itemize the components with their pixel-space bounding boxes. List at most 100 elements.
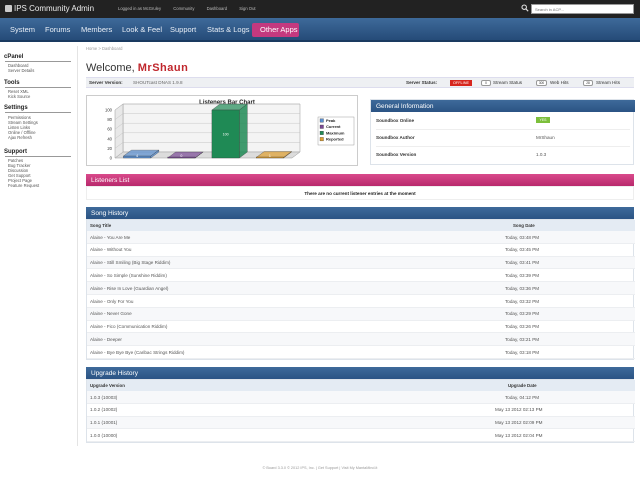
table-row[interactable]: Alaine - Rise In Love (Guardian Angel) To… — [87, 282, 635, 295]
info-row: Soundbox Version 1.0.3 — [376, 147, 630, 164]
table-row[interactable]: Alaine - Still Smiling (Big Stage Riddim… — [87, 256, 635, 270]
sidebar-heading-support: Support — [4, 149, 27, 155]
sidebar-heading-cpanel: cPanel — [4, 54, 24, 60]
search-icon[interactable] — [521, 4, 529, 12]
footer: © Board 3.3.0 © 2012 IPS, Inc. | Get Sup… — [262, 466, 378, 470]
table-row[interactable]: Alaine - Without You Today, 03:45 PM — [87, 244, 635, 257]
general-info-title: General Information — [371, 100, 635, 112]
sidebar-item-kick-source[interactable]: Kick Source — [8, 94, 30, 99]
top-links: Logged in as McGruley Community Dashboar… — [118, 6, 267, 11]
song-title: Alaine - Never Gone — [90, 311, 132, 317]
stream-hits-button[interactable]: Stream Hits — [596, 80, 620, 85]
web-hits-count: 300 — [536, 80, 547, 86]
stream-hits-count: 28 — [583, 80, 593, 86]
upgrade-history-title: Upgrade History — [86, 367, 634, 379]
server-version-label: Server Version: — [89, 80, 123, 85]
table-row[interactable]: Alaine - You Are Me Today, 03:48 PM — [87, 231, 635, 244]
ips-logo-icon — [5, 5, 12, 12]
sidebar-item-ajax-refresh[interactable]: Ajax Refresh — [8, 135, 32, 140]
info-value: 1.0.3 — [536, 152, 547, 157]
upgrade-date: May 13 2012 02:04 PM — [495, 432, 543, 438]
top-bar: IPS Community Admin Logged in as McGrule… — [0, 0, 640, 18]
web-hits-button[interactable]: Web Hits — [550, 80, 569, 85]
song-history-title: Song History — [86, 207, 634, 219]
table-row[interactable]: 1.0.0 (10000) May 13 2012 02:04 PM — [87, 429, 635, 443]
legend-swatch — [319, 137, 324, 142]
table-row[interactable]: 1.0.3 (10003) Today, 04:12 PM — [87, 391, 635, 404]
main-nav: System Forums Members Look & Feel Suppor… — [0, 18, 640, 42]
nav-tab-other-apps[interactable]: Other Apps — [252, 23, 299, 37]
table-row[interactable]: 1.0.2 (10002) May 13 2012 02:13 PM — [87, 404, 635, 417]
info-row: Soundbox Author MrShaun — [376, 130, 630, 147]
upgrade-date: Today, 04:12 PM — [505, 394, 540, 400]
column-header-upgrade-date: Upgrade Date — [508, 383, 537, 388]
table-row[interactable]: Alaine - Deeper Today, 03:21 PM — [87, 333, 635, 347]
song-title: Alaine - Without You — [90, 247, 132, 253]
app-title: IPS Community Admin — [14, 4, 95, 13]
song-title: Alaine - Rise In Love (Guardian Angel) — [90, 285, 169, 291]
bar-value-label: 1 — [269, 154, 271, 158]
nav-tab-support[interactable]: Support — [170, 25, 196, 34]
song-date: Today, 03:45 PM — [505, 247, 540, 253]
song-title: Alaine - So Simple (Sunshine Riddim) — [90, 272, 167, 278]
upgrade-date: May 13 2012 02:13 PM — [495, 407, 543, 413]
table-row[interactable]: Alaine - So Simple (Sunshine Riddim) Toda… — [87, 269, 635, 283]
nav-tab-system[interactable]: System — [10, 25, 35, 34]
upgrade-date: May 13 2012 02:09 PM — [495, 420, 543, 426]
stream-status-button[interactable]: Stream Status — [493, 80, 522, 85]
upgrade-version: 1.0.0 (10000) — [90, 432, 118, 438]
info-label: Soundbox Author — [376, 135, 415, 140]
sidebar-divider — [5, 112, 71, 113]
sidebar-divider — [5, 156, 71, 157]
legend-swatch — [319, 118, 324, 123]
info-value: MrShaun — [536, 135, 555, 140]
online-badge: YES — [536, 117, 550, 123]
top-link-community[interactable]: Community — [173, 6, 194, 11]
welcome-prefix: Welcome, — [86, 62, 135, 74]
top-link-sign-out[interactable]: Sign Out — [239, 6, 255, 11]
table-row[interactable]: Alaine - Never Gone Today, 03:29 PM — [87, 307, 635, 321]
table-row[interactable]: Alaine - Fico (Communication Riddim) Toda… — [87, 321, 635, 334]
breadcrumb[interactable]: Home > Dashboard — [86, 46, 122, 51]
listeners-empty-message: There are no current listener entries at… — [86, 186, 634, 200]
sidebar-item-server-details[interactable]: Server Details — [8, 68, 34, 73]
upgrade-rows: 1.0.3 (10003) Today, 04:12 PM 1.0.2 (1000… — [87, 391, 635, 443]
song-title: Alaine - Deeper — [90, 336, 122, 342]
nav-tab-members[interactable]: Members — [81, 25, 112, 34]
y-tick-label: 60 — [107, 127, 112, 132]
song-date: Today, 03:18 PM — [505, 349, 540, 355]
legend-label: Reported — [326, 137, 344, 142]
listeners-list-title: Listeners List — [86, 174, 634, 186]
nav-tab-stats-logs[interactable]: Stats & Logs — [207, 25, 250, 34]
song-date: Today, 03:26 PM — [505, 324, 540, 330]
y-tick-label: 0 — [110, 156, 113, 161]
table-row[interactable]: Alaine - Only For You Today, 03:32 PM — [87, 295, 635, 308]
song-date: Today, 03:21 PM — [505, 336, 540, 342]
table-row[interactable]: 1.0.1 (10001) May 13 2012 02:09 PM — [87, 416, 635, 430]
table-header: Upgrade Version Upgrade Date — [87, 380, 635, 391]
info-label: Soundbox Version — [376, 152, 417, 157]
sidebar-divider — [5, 87, 71, 88]
table-row[interactable]: Alaine - Bye Bye Bye (Caribac Strings Ri… — [87, 346, 635, 359]
top-link-user[interactable]: Logged in as McGruley — [118, 6, 161, 11]
nav-tab-look-feel[interactable]: Look & Feel — [122, 25, 162, 34]
stream-status-count: 0 — [481, 80, 491, 86]
sidebar-heading-tools: Tools — [4, 80, 20, 86]
search-input[interactable] — [531, 4, 634, 14]
nav-tab-other-apps-label: Other Apps — [260, 25, 298, 34]
sidebar-item-feature-request[interactable]: Feature Request — [8, 183, 39, 188]
welcome-username: MrShaun — [137, 62, 189, 74]
page-title: Welcome, MrShaun — [86, 62, 188, 74]
nav-tab-forums[interactable]: Forums — [45, 25, 70, 34]
app-logo[interactable]: IPS Community Admin — [5, 4, 94, 13]
column-header-song-date: Song Date — [513, 223, 535, 228]
chart-side-wall — [114, 103, 124, 159]
y-tick-label: 100 — [105, 108, 113, 113]
server-status-bar: Server Version: SHOUTcast DNAS 1.9.8 Ser… — [86, 77, 634, 88]
y-tick-label: 20 — [107, 146, 112, 151]
server-status-label: Server Status: — [406, 80, 438, 85]
column-header-song-title: Song Title — [90, 223, 112, 228]
top-link-dashboard[interactable]: Dashboard — [207, 6, 228, 11]
general-info-panel: General Information Soundbox Online YES … — [370, 99, 635, 165]
y-tick-label: 80 — [107, 117, 112, 122]
